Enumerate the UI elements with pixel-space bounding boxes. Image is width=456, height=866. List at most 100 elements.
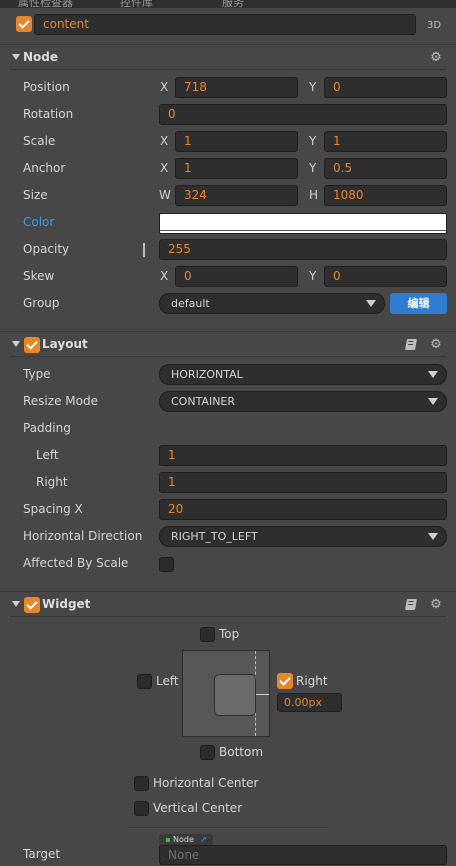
align-left-checkbox[interactable]	[137, 674, 152, 689]
size-h-label: H	[309, 188, 319, 202]
position-y-input[interactable]: 0	[324, 77, 447, 98]
target-type-label: Node	[173, 835, 194, 844]
divider	[128, 827, 328, 828]
node-active-checkbox[interactable]	[16, 16, 32, 32]
scale-x-label: X	[160, 134, 169, 148]
scale-label: Scale	[23, 134, 56, 148]
size-w-input[interactable]: 324	[175, 185, 298, 206]
size-w-label: W	[159, 188, 171, 202]
align-top-label: Top	[219, 627, 240, 641]
padding-left-input[interactable]: 1	[159, 445, 447, 466]
widget-parent-box	[182, 650, 270, 737]
layout-type-select[interactable]: HORIZONTAL	[159, 364, 447, 385]
align-left-label: Left	[156, 674, 179, 688]
padding-right-input[interactable]: 1	[159, 472, 447, 493]
padding-label: Padding	[23, 421, 71, 435]
help-book-icon[interactable]	[405, 599, 417, 610]
divider	[10, 616, 446, 617]
widget-enabled-checkbox[interactable]	[24, 597, 40, 613]
vertical-center-checkbox[interactable]	[134, 801, 149, 816]
position-x-label: X	[160, 80, 169, 94]
padding-right-label: Right	[36, 475, 68, 489]
skew-y-input[interactable]: 0	[324, 266, 447, 287]
align-top-checkbox[interactable]	[200, 627, 215, 642]
align-right-label: Right	[296, 674, 328, 688]
tab-services[interactable]: 服务	[222, 0, 244, 8]
anchor-y-label: Y	[309, 161, 317, 175]
opacity-slider-handle[interactable]	[143, 243, 145, 257]
opacity-input[interactable]: 255	[159, 239, 447, 260]
spacing-x-input[interactable]: 20	[159, 499, 447, 520]
tab-widget-library[interactable]: 控件库	[120, 0, 153, 8]
collapse-triangle-icon[interactable]	[12, 601, 20, 607]
group-edit-button[interactable]: 编辑	[390, 293, 447, 314]
resize-mode-label: Resize Mode	[23, 394, 98, 408]
tab-inspector[interactable]: 属性检查器	[18, 0, 73, 8]
color-label: Color	[23, 215, 55, 229]
layout-enabled-checkbox[interactable]	[24, 337, 40, 353]
rotation-label: Rotation	[23, 107, 74, 121]
padding-left-label: Left	[36, 448, 59, 462]
target-label: Target	[23, 847, 61, 861]
horizontal-direction-label: Horizontal Direction	[23, 529, 143, 543]
collapse-triangle-icon[interactable]	[12, 341, 20, 347]
spacing-x-label: Spacing X	[23, 502, 83, 516]
chevron-down-icon	[428, 533, 438, 540]
right-offset-input[interactable]: 0.00px	[277, 693, 342, 712]
affected-by-scale-checkbox[interactable]	[159, 557, 174, 572]
resize-mode-select[interactable]: CONTAINER	[159, 391, 447, 412]
horizontal-direction-select[interactable]: RIGHT_TO_LEFT	[159, 526, 447, 547]
anchor-label: Anchor	[23, 161, 66, 175]
divider	[10, 356, 446, 357]
layout-section-title: Layout	[42, 337, 88, 351]
align-right-checkbox[interactable]	[277, 673, 293, 689]
horizontal-direction-value: RIGHT_TO_LEFT	[171, 530, 258, 543]
position-x-input[interactable]: 718	[175, 77, 298, 98]
layout-type-label: Type	[23, 367, 51, 381]
gear-icon[interactable]: ⚙	[429, 338, 443, 352]
target-node-field[interactable]: None	[159, 845, 447, 865]
scale-y-input[interactable]: 1	[324, 131, 447, 152]
horizontal-center-checkbox[interactable]	[134, 776, 149, 791]
align-bottom-label: Bottom	[219, 745, 264, 759]
scale-x-input[interactable]: 1	[175, 131, 298, 152]
chevron-down-icon	[428, 371, 438, 378]
widget-section-header[interactable]: Widget ⚙	[0, 591, 456, 617]
chevron-down-icon	[428, 398, 438, 405]
chevron-down-icon	[366, 300, 376, 307]
collapse-triangle-icon[interactable]	[12, 54, 20, 60]
node-name-input[interactable]: content	[34, 14, 416, 35]
color-swatch[interactable]	[159, 213, 447, 234]
skew-x-input[interactable]: 0	[175, 266, 298, 287]
group-select-value: default	[171, 297, 210, 310]
right-distance-arrow-icon	[256, 694, 269, 695]
node-section-title: Node	[23, 50, 59, 64]
rotation-input[interactable]: 0	[159, 104, 447, 125]
color-alpha-bar	[160, 230, 446, 231]
anchor-x-label: X	[160, 161, 169, 175]
anchor-y-input[interactable]: 0.5	[324, 158, 447, 179]
vertical-center-label: Vertical Center	[153, 801, 243, 815]
divider	[10, 69, 446, 70]
position-label: Position	[23, 80, 70, 94]
layout-section-header[interactable]: Layout ⚙	[0, 331, 456, 357]
size-label: Size	[23, 188, 48, 202]
widget-node-box	[214, 674, 256, 716]
widget-section-title: Widget	[42, 597, 91, 611]
node-section-header[interactable]: Node ⚙	[0, 44, 456, 70]
align-bottom-checkbox[interactable]	[200, 745, 215, 760]
skew-label: Skew	[23, 269, 55, 283]
group-select[interactable]: default	[159, 293, 385, 314]
anchor-x-input[interactable]: 1	[175, 158, 298, 179]
horizontal-center-label: Horizontal Center	[153, 776, 259, 790]
layout-type-value: HORIZONTAL	[171, 368, 243, 381]
opacity-label: Opacity	[23, 242, 70, 256]
help-book-icon[interactable]	[405, 339, 417, 350]
gear-icon[interactable]: ⚙	[429, 598, 443, 612]
gear-icon[interactable]: ⚙	[429, 51, 443, 65]
resize-mode-value: CONTAINER	[171, 395, 236, 408]
group-label: Group	[23, 296, 60, 310]
size-h-input[interactable]: 1080	[324, 185, 447, 206]
position-y-label: Y	[309, 80, 317, 94]
3d-toggle[interactable]: 3D	[427, 20, 441, 31]
